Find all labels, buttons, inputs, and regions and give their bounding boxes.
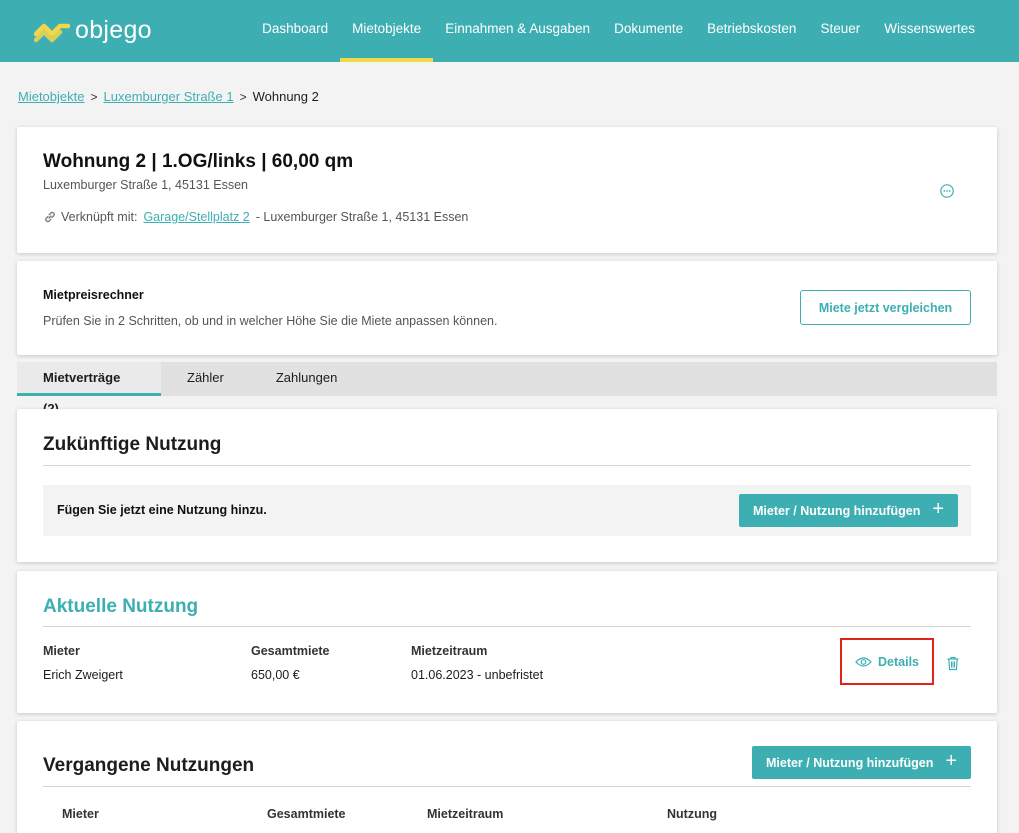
calculator-title: Mietpreisrechner xyxy=(43,288,144,302)
rental-period: 01.06.2023 - unbefristet xyxy=(411,668,544,682)
chevron-right-icon: > xyxy=(239,89,247,104)
compare-rent-button[interactable]: Miete jetzt vergleichen xyxy=(800,290,971,325)
add-tenant-button-past[interactable]: Mieter / Nutzung hinzufügen + xyxy=(752,746,971,779)
rent-calculator-card: Mietpreisrechner Prüfen Sie in 2 Schritt… xyxy=(17,261,997,355)
details-button[interactable]: Details xyxy=(840,638,934,685)
header-mietzeitraum: Mietzeitraum xyxy=(411,644,488,658)
linked-unit-link[interactable]: Garage/Stellplatz 2 xyxy=(143,210,249,224)
header-gesamtmiete: Gesamtmiete xyxy=(267,807,346,821)
linked-address: - Luxemburger Straße 1, 45131 Essen xyxy=(255,210,469,224)
tenant-name: Erich Zweigert xyxy=(43,668,123,682)
current-usage-card: Aktuelle Nutzung Mieter Gesamtmiete Miet… xyxy=(17,571,997,713)
details-label: Details xyxy=(878,654,919,669)
header-mieter: Mieter xyxy=(43,644,80,658)
tab-mietvertraege[interactable]: Mietverträge (2) xyxy=(17,362,161,416)
header-gesamtmiete: Gesamtmiete xyxy=(251,644,330,658)
add-tenant-label: Mieter / Nutzung hinzufügen xyxy=(765,755,934,770)
add-tenant-label: Mieter / Nutzung hinzufügen xyxy=(752,503,921,518)
logo-text: objego xyxy=(75,16,152,44)
current-usage-title: Aktuelle Nutzung xyxy=(43,596,199,617)
breadcrumb-current: Wohnung 2 xyxy=(252,89,319,104)
link-icon xyxy=(45,211,55,223)
top-header: objego Dashboard Mietobjekte Einnahmen &… xyxy=(0,0,1019,62)
nav-dokumente[interactable]: Dokumente xyxy=(602,0,695,62)
tab-bar: Mietverträge (2) Zähler Zahlungen xyxy=(17,362,997,416)
past-usages-title: Vergangene Nutzungen xyxy=(43,755,255,776)
divider xyxy=(43,465,971,466)
add-usage-message: Fügen Sie jetzt eine Nutzung hinzu. xyxy=(57,503,267,517)
add-usage-box: Fügen Sie jetzt eine Nutzung hinzu. Miet… xyxy=(43,485,971,536)
total-rent: 650,00 € xyxy=(251,668,300,682)
linked-label: Verknüpft mit: xyxy=(61,210,138,224)
nav-dashboard[interactable]: Dashboard xyxy=(250,0,340,62)
calculator-description: Prüfen Sie in 2 Schritten, ob und in wel… xyxy=(43,314,498,328)
breadcrumb-property[interactable]: Luxemburger Straße 1 xyxy=(104,89,234,104)
breadcrumb-mietobjekte[interactable]: Mietobjekte xyxy=(18,89,84,104)
plus-icon: + xyxy=(932,498,945,520)
plus-icon: + xyxy=(945,750,958,772)
logo[interactable]: objego xyxy=(34,16,152,45)
tab-zaehler[interactable]: Zähler xyxy=(161,362,250,396)
nav-betriebskosten[interactable]: Betriebskosten xyxy=(695,0,808,62)
tab-zahlungen[interactable]: Zahlungen xyxy=(250,362,363,396)
add-tenant-button[interactable]: Mieter / Nutzung hinzufügen + xyxy=(739,494,958,527)
eye-icon xyxy=(855,656,872,667)
future-usage-title: Zukünftige Nutzung xyxy=(43,434,222,455)
property-title: Wohnung 2 | 1.OG/links | 60,00 qm xyxy=(43,151,354,172)
linked-unit-row: Verknüpft mit: Garage/Stellplatz 2 - Lux… xyxy=(43,210,468,224)
property-address: Luxemburger Straße 1, 45131 Essen xyxy=(43,178,248,192)
header-mietzeitraum: Mietzeitraum xyxy=(427,807,504,821)
breadcrumb: Mietobjekte > Luxemburger Straße 1 > Woh… xyxy=(18,89,319,104)
nav-steuer[interactable]: Steuer xyxy=(808,0,872,62)
divider xyxy=(43,626,971,627)
header-mieter: Mieter xyxy=(62,807,99,821)
trash-icon[interactable] xyxy=(946,656,960,671)
future-usage-card: Zukünftige Nutzung Fügen Sie jetzt eine … xyxy=(17,409,997,562)
objego-logo-icon xyxy=(34,23,70,42)
main-nav: Dashboard Mietobjekte Einnahmen & Ausgab… xyxy=(250,0,987,62)
more-options-icon[interactable] xyxy=(939,183,955,199)
divider xyxy=(43,786,971,787)
property-card: Wohnung 2 | 1.OG/links | 60,00 qm Luxemb… xyxy=(17,127,997,253)
chevron-right-icon: > xyxy=(90,89,98,104)
nav-mietobjekte[interactable]: Mietobjekte xyxy=(340,0,434,62)
nav-wissenswertes[interactable]: Wissenswertes xyxy=(872,0,987,62)
past-usages-card: Vergangene Nutzungen Mieter / Nutzung hi… xyxy=(17,721,997,833)
nav-einnahmen-ausgaben[interactable]: Einnahmen & Ausgaben xyxy=(433,0,602,62)
header-nutzung: Nutzung xyxy=(667,807,717,821)
